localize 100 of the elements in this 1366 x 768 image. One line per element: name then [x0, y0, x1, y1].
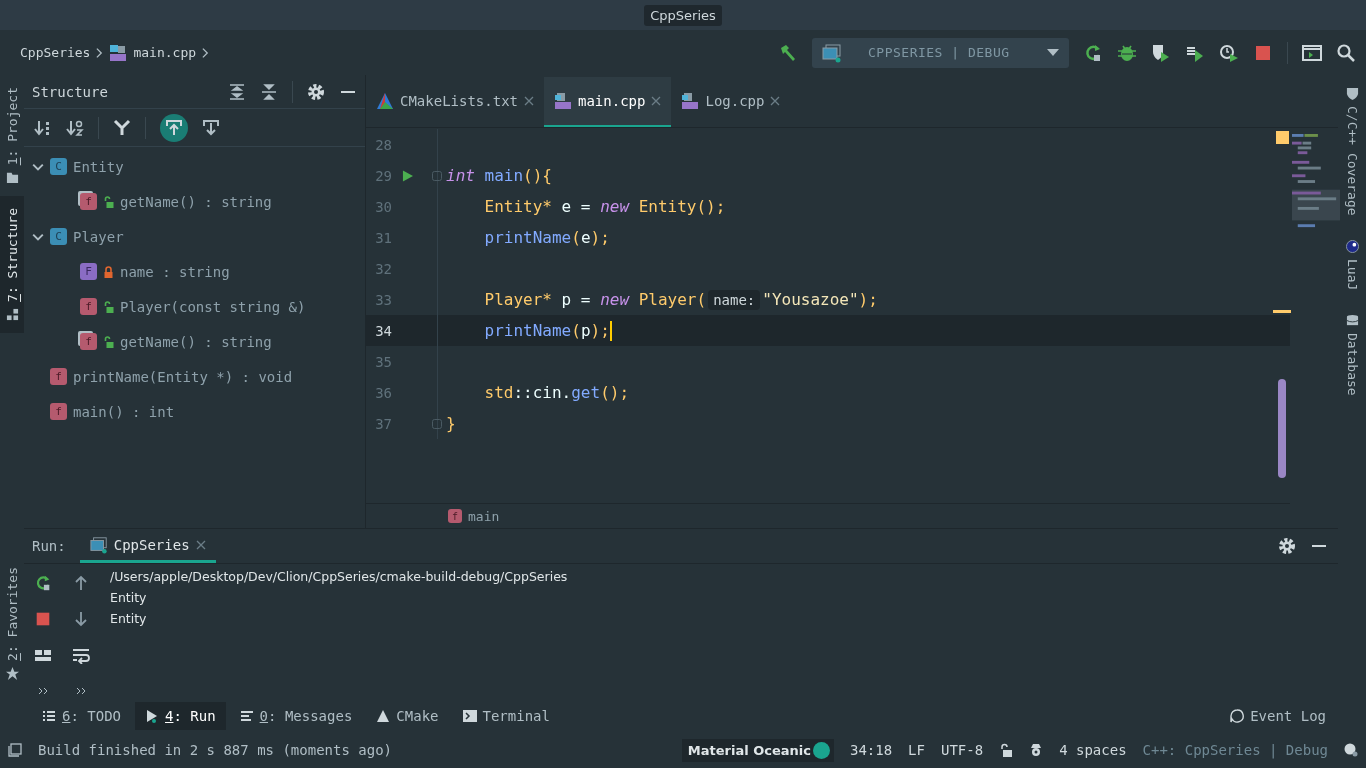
unlocked-icon[interactable]	[999, 743, 1014, 757]
tree-item[interactable]: Player(const string &)	[120, 298, 306, 315]
code-punctuation: ();	[600, 383, 630, 402]
breadcrumb-item[interactable]: CppSeries	[20, 45, 91, 60]
expand-all-icon[interactable]	[228, 82, 246, 101]
tree-item[interactable]: getName() : string	[120, 193, 272, 210]
element-type-icon: f	[80, 333, 97, 350]
breadcrumb-item[interactable]: main.cpp	[133, 45, 197, 60]
rerun-icon[interactable]	[1083, 42, 1103, 63]
window-icon	[822, 42, 842, 63]
code-punctuation: }	[446, 414, 456, 433]
tool-window-tab[interactable]: LuaJ	[1344, 239, 1360, 290]
down-arrow-icon[interactable]	[72, 610, 90, 628]
line-separator[interactable]: LF	[908, 742, 925, 758]
code-type: Player*	[483, 290, 552, 309]
close-icon[interactable]	[651, 96, 662, 106]
element-type-icon: f	[80, 298, 97, 315]
element-type-icon: C	[50, 158, 67, 175]
star-icon	[5, 667, 19, 680]
tool-window-button[interactable]: 0: Messages	[229, 702, 363, 730]
terminal-window-icon[interactable]	[1302, 42, 1322, 63]
upload-arrow-icon	[165, 118, 183, 137]
tool-window-button[interactable]: CMake	[366, 702, 449, 730]
window-icon	[89, 535, 108, 554]
element-type-icon: f	[50, 403, 67, 420]
tree-item[interactable]: printName(Entity *) : void	[73, 368, 293, 385]
coverage-icon[interactable]	[1151, 42, 1171, 63]
sort-icon[interactable]	[34, 118, 52, 137]
close-icon[interactable]	[770, 96, 781, 106]
element-type-icon: f	[80, 193, 97, 210]
close-icon[interactable]	[195, 539, 206, 550]
tree-item[interactable]: Player	[73, 228, 124, 245]
tool-window-tab[interactable]: 2: Favorites	[0, 555, 24, 692]
run-tab[interactable]: CppSeries	[79, 529, 216, 563]
hammer-icon[interactable]	[778, 42, 798, 63]
run-icon[interactable]	[402, 169, 413, 182]
autoscroll-from-source-button[interactable]	[160, 113, 188, 142]
window-title: CppSeries	[644, 4, 722, 26]
tree-item[interactable]: Entity	[73, 158, 124, 175]
tool-window-tab[interactable]: 1: Project	[0, 75, 24, 197]
line-number: 37	[374, 415, 392, 432]
stop-icon[interactable]	[34, 610, 52, 628]
sort-alphabetically-icon[interactable]	[66, 118, 84, 137]
panel-title: Structure	[32, 83, 109, 100]
code-punctuation: );	[858, 290, 878, 309]
file-encoding[interactable]: UTF-8	[940, 742, 984, 758]
line-number: 32	[374, 260, 392, 277]
code-text: p =	[560, 290, 592, 309]
rerun-icon[interactable]	[34, 574, 52, 592]
editor-tab[interactable]: CMakeLists.txt	[366, 77, 544, 127]
line-number: 29	[374, 167, 392, 184]
status-message: Build finished in 2 s 887 ms (moments ago)	[38, 742, 392, 758]
code-type: Player	[637, 290, 697, 309]
text-caret	[609, 320, 612, 341]
code-function: main	[483, 166, 524, 185]
editor-tab[interactable]: Log.cpp	[671, 77, 791, 127]
code-type: Entity*	[483, 197, 552, 216]
tool-window-tab[interactable]: C/C++ Coverage	[1344, 87, 1360, 216]
code-function: printName	[483, 321, 572, 340]
event-log-button[interactable]: Event Log	[1220, 702, 1336, 730]
console-output-line: /Users/apple/Desktop/Dev/Clion/CppSeries/cmake-build-debug/CppSeries	[110, 568, 568, 586]
tree-item[interactable]: getName() : string	[120, 333, 272, 350]
theme-indicator[interactable]: Material Oceanic	[681, 738, 834, 762]
triangle-icon	[376, 92, 394, 110]
tool-window-tab[interactable]: 7: Structure	[0, 196, 24, 334]
indent-setting[interactable]: 4 spaces	[1059, 742, 1127, 758]
settings-icon[interactable]	[307, 82, 325, 101]
code-punctuation: (	[571, 228, 581, 247]
tool-window-tab[interactable]: Database	[1344, 313, 1360, 396]
autoscroll-to-source-icon[interactable]	[202, 118, 220, 137]
chevron-icon	[96, 46, 104, 59]
scrollbar-thumb[interactable]	[1278, 379, 1286, 478]
line-number: 31	[374, 229, 392, 246]
settings-icon[interactable]	[1278, 537, 1296, 555]
resolve-context[interactable]: C++: CppSeries | Debug	[1142, 742, 1328, 758]
editor-tab[interactable]: main.cpp	[544, 77, 672, 127]
tree-item[interactable]: main() : int	[73, 403, 175, 420]
caret-position[interactable]: 34:18	[849, 742, 893, 758]
panel-title: Run:	[32, 538, 66, 554]
tool-window-button[interactable]: 4: Run	[135, 702, 226, 730]
parameter-hint: name:	[708, 289, 761, 310]
soft-wrap-icon[interactable]	[72, 646, 90, 664]
cpp-file-icon	[554, 92, 572, 110]
search-icon[interactable]	[1336, 42, 1356, 63]
code-keyword: new	[600, 290, 630, 309]
code-function: printName	[483, 228, 572, 247]
cpp-file-icon	[681, 92, 700, 110]
breadcrumb-item[interactable]: main	[468, 508, 500, 524]
tool-window-button[interactable]: 6: TODO	[32, 702, 131, 730]
filter-icon[interactable]	[113, 118, 131, 137]
speech-bubble-icon	[1230, 709, 1245, 723]
clock-run-icon[interactable]	[1219, 42, 1239, 63]
close-icon[interactable]	[524, 96, 534, 106]
panels-icon[interactable]	[8, 743, 22, 757]
collapse-all-icon[interactable]	[260, 82, 278, 101]
code-keyword: int	[446, 166, 475, 185]
code-text: e =	[560, 197, 592, 216]
cpp-file-icon	[109, 43, 128, 62]
tree-item[interactable]: name : string	[120, 263, 230, 280]
tool-window-button[interactable]: Terminal	[452, 702, 560, 730]
